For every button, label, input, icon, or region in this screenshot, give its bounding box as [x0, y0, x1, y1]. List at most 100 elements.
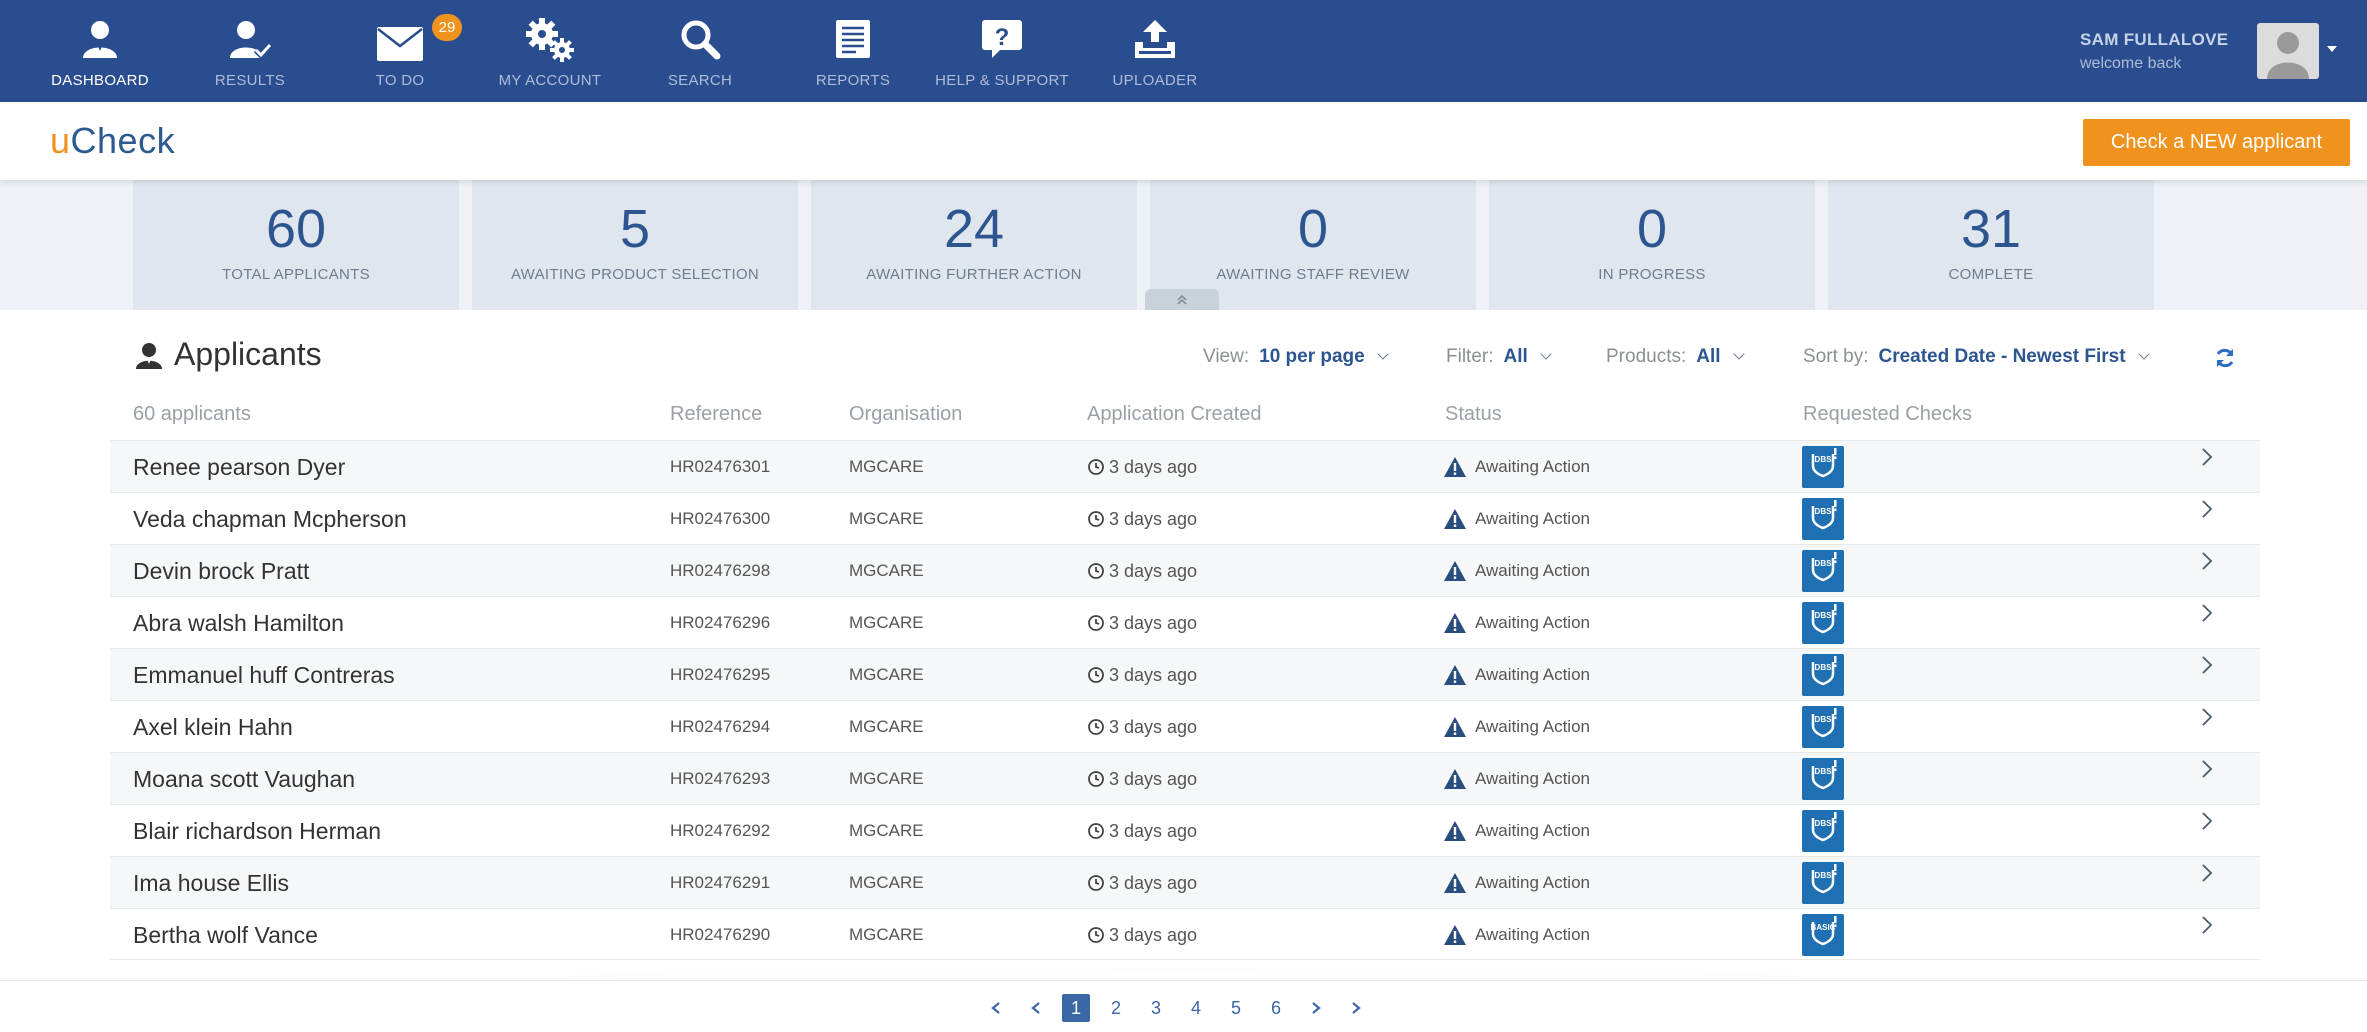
page-2-button[interactable]: 2	[1096, 994, 1136, 1022]
applicant-name[interactable]: Veda chapman Mcpherson	[133, 493, 407, 545]
table-row[interactable]: Renee pearson Dyer HR02476301 MGCARE 3 d…	[110, 440, 2260, 492]
applicant-organisation: MGCARE	[849, 925, 924, 944]
application-status: Awaiting Action	[1443, 701, 1590, 753]
table-row[interactable]: Devin brock Pratt HR02476298 MGCARE 3 da…	[110, 544, 2260, 596]
dbs-check-icon[interactable]: DBS	[1802, 862, 1844, 904]
filter-select[interactable]: Filter: All	[1446, 346, 1552, 368]
table-row[interactable]: Emmanuel huff Contreras HR02476295 MGCAR…	[110, 648, 2260, 700]
nav-help-support[interactable]: ? HELP & SUPPORT	[935, 0, 1069, 102]
basic-check-icon[interactable]: BASIC	[1802, 914, 1844, 956]
previous-page-button[interactable]	[1016, 994, 1056, 1022]
nav-search-label: SEARCH	[667, 72, 733, 89]
applicant-name[interactable]: Moana scott Vaughan	[133, 753, 355, 805]
table-row[interactable]: Moana scott Vaughan HR02476293 MGCARE 3 …	[110, 752, 2260, 804]
column-header-application-created: Application Created	[1087, 403, 1262, 425]
column-header-reference: Reference	[670, 403, 763, 425]
chevron-right-icon[interactable]	[2200, 810, 2214, 840]
table-row[interactable]: Bertha wolf Vance HR02476290 MGCARE 3 da…	[110, 908, 2260, 960]
warning-triangle-icon	[1444, 717, 1466, 737]
application-status: Awaiting Action	[1443, 597, 1590, 649]
table-row[interactable]: Axel klein Hahn HR02476294 MGCARE 3 days…	[110, 700, 2260, 752]
page-4-button[interactable]: 4	[1176, 994, 1216, 1022]
application-status: Awaiting Action	[1443, 545, 1590, 597]
stat-label: IN PROGRESS	[1598, 266, 1706, 283]
products-select[interactable]: Products: All	[1606, 346, 1745, 368]
chevron-right-icon[interactable]	[2200, 498, 2214, 528]
page-3-button[interactable]: 3	[1136, 994, 1176, 1022]
avatar[interactable]	[2257, 23, 2319, 79]
dbs-check-icon[interactable]: DBS	[1802, 758, 1844, 800]
stat-awaiting-product-selection[interactable]: 5 AWAITING PRODUCT SELECTION	[472, 180, 798, 310]
view-per-page-select[interactable]: View: 10 per page	[1203, 346, 1389, 368]
refresh-icon[interactable]	[2214, 347, 2236, 374]
stat-label: AWAITING FURTHER ACTION	[866, 266, 1082, 283]
table-row[interactable]: Blair richardson Herman HR02476292 MGCAR…	[110, 804, 2260, 856]
dbs-check-icon[interactable]: DBS	[1802, 498, 1844, 540]
sort-by-select[interactable]: Sort by: Created Date - Newest First	[1803, 346, 2150, 368]
table-row[interactable]: Veda chapman Mcpherson HR02476300 MGCARE…	[110, 492, 2260, 544]
warning-triangle-icon	[1444, 561, 1466, 581]
nav-todo[interactable]: 29 TO DO	[350, 0, 462, 102]
applicant-reference: HR02476290	[670, 925, 771, 944]
stat-label: AWAITING PRODUCT SELECTION	[510, 266, 760, 283]
table-row[interactable]: Abra walsh Hamilton HR02476296 MGCARE 3 …	[110, 596, 2260, 648]
warning-triangle-icon	[1444, 613, 1466, 633]
dbs-check-icon[interactable]: DBS	[1802, 550, 1844, 592]
chevron-right-icon[interactable]	[2200, 602, 2214, 632]
double-chevron-up-icon	[1177, 294, 1187, 305]
application-created: 3 days ago	[1087, 545, 1197, 597]
ucheck-logo[interactable]: uCheck	[50, 120, 175, 162]
chevron-right-icon[interactable]	[2200, 914, 2214, 944]
check-new-applicant-button[interactable]: Check a NEW applicant	[2083, 119, 2350, 166]
user-icon	[136, 342, 162, 369]
stat-complete[interactable]: 31 COMPLETE	[1828, 180, 2154, 310]
warning-triangle-icon	[1444, 821, 1466, 841]
nav-reports-label: REPORTS	[815, 72, 891, 89]
nav-my-account[interactable]: MY ACCOUNT	[499, 0, 601, 102]
collapse-stats-tab[interactable]	[1145, 289, 1219, 310]
applicant-name[interactable]: Emmanuel huff Contreras	[133, 649, 395, 701]
chevron-right-icon[interactable]	[2200, 862, 2214, 892]
applicant-name[interactable]: Bertha wolf Vance	[133, 909, 318, 961]
page-6-button[interactable]: 6	[1256, 994, 1296, 1022]
dbs-check-icon[interactable]: DBS	[1802, 602, 1844, 644]
first-page-button[interactable]	[976, 994, 1016, 1022]
applicant-name[interactable]: Devin brock Pratt	[133, 545, 309, 597]
applicant-name[interactable]: Ima house Ellis	[133, 857, 289, 909]
chevron-down-icon	[1540, 348, 1552, 360]
last-page-button[interactable]	[1336, 994, 1376, 1022]
stat-awaiting-further-action[interactable]: 24 AWAITING FURTHER ACTION	[811, 180, 1137, 310]
user-menu-caret-icon[interactable]	[2327, 46, 2337, 52]
envelope-icon	[377, 27, 423, 61]
stat-total-applicants[interactable]: 60 TOTAL APPLICANTS	[133, 180, 459, 310]
page-1-button[interactable]: 1	[1062, 994, 1090, 1022]
applicant-name[interactable]: Renee pearson Dyer	[133, 441, 345, 493]
chevron-right-icon[interactable]	[2200, 758, 2214, 788]
page-5-button[interactable]: 5	[1216, 994, 1256, 1022]
applicant-organisation: MGCARE	[849, 457, 924, 476]
applicant-organisation: MGCARE	[849, 769, 924, 788]
nav-reports[interactable]: REPORTS	[800, 0, 906, 102]
next-page-button[interactable]	[1296, 994, 1336, 1022]
dbs-check-icon[interactable]: DBS	[1802, 446, 1844, 488]
applicant-reference: HR02476293	[670, 769, 771, 788]
nav-results[interactable]: RESULTS	[200, 0, 300, 102]
chevron-right-icon	[1312, 1002, 1321, 1014]
chevron-right-icon[interactable]	[2200, 446, 2214, 476]
nav-uploader[interactable]: UPLOADER	[1105, 0, 1205, 102]
applicant-name[interactable]: Blair richardson Herman	[133, 805, 381, 857]
dbs-check-icon[interactable]: DBS	[1802, 810, 1844, 852]
nav-dashboard[interactable]: DASHBOARD	[50, 0, 150, 102]
dbs-check-icon[interactable]: DBS	[1802, 654, 1844, 696]
chevron-right-icon[interactable]	[2200, 706, 2214, 736]
table-row[interactable]: Ima house Ellis HR02476291 MGCARE 3 days…	[110, 856, 2260, 908]
applicant-name[interactable]: Abra walsh Hamilton	[133, 597, 344, 649]
chevron-left-icon	[991, 1002, 1000, 1014]
chevron-right-icon[interactable]	[2200, 550, 2214, 580]
applicant-name[interactable]: Axel klein Hahn	[133, 701, 293, 753]
chevron-right-icon[interactable]	[2200, 654, 2214, 684]
stat-in-progress[interactable]: 0 IN PROGRESS	[1489, 180, 1815, 310]
application-status: Awaiting Action	[1443, 649, 1590, 701]
dbs-check-icon[interactable]: DBS	[1802, 706, 1844, 748]
nav-search[interactable]: SEARCH	[650, 0, 750, 102]
